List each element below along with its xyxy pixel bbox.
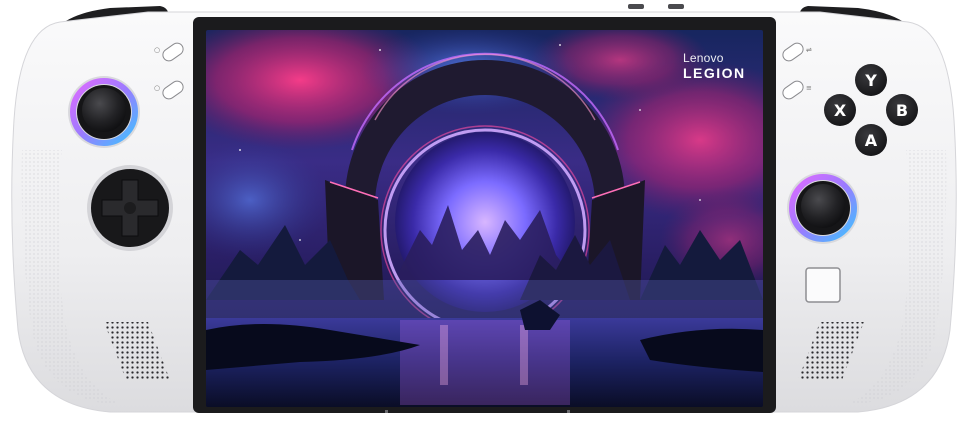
volume-button xyxy=(628,4,644,9)
svg-text:≡: ≡ xyxy=(806,84,812,92)
brand-logo: Lenovo LEGION xyxy=(683,52,773,80)
brand-legion: LEGION xyxy=(683,65,746,81)
svg-text:○: ○ xyxy=(154,46,160,54)
power-button xyxy=(668,4,684,9)
b-label: B xyxy=(896,101,908,120)
svg-text:○: ○ xyxy=(154,84,160,92)
y-label: Y xyxy=(864,71,877,90)
right-joystick xyxy=(787,172,859,244)
svg-text:⇌: ⇌ xyxy=(806,46,812,54)
x-label: X xyxy=(834,101,847,120)
bezel-sensor-left xyxy=(385,410,388,413)
a-label: A xyxy=(865,131,878,150)
left-joystick xyxy=(68,76,140,148)
device-illustration: ○ ○ ⇌ ≡ Y X B A xyxy=(11,4,957,413)
touchpad xyxy=(805,267,841,303)
bezel-sensor-right xyxy=(567,410,570,413)
brand-lenovo: Lenovo xyxy=(683,51,724,65)
handheld-device-photo: ○ ○ ⇌ ≡ Y X B A Lenovo LEGION xyxy=(0,0,968,428)
d-pad xyxy=(87,165,173,251)
